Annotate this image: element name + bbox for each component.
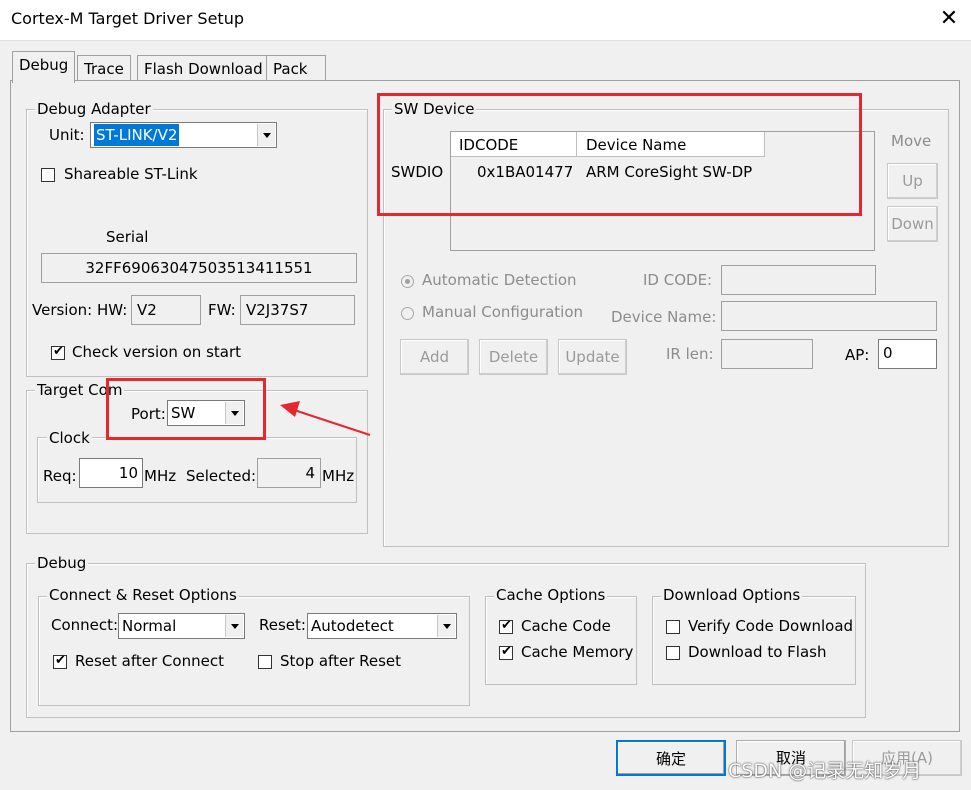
download-flash-checkbox[interactable] [666,646,680,660]
check-version-label: Check version on start [72,343,242,361]
cache-memory-label: Cache Memory [521,643,634,661]
delete-button[interactable]: Delete [479,339,548,375]
ok-button[interactable]: 确定 [616,740,726,776]
connect-select[interactable]: Normal [118,613,245,639]
ir-len-label: IR len: [666,345,714,363]
device-name-input[interactable] [721,301,937,331]
selected-unit: MHz [322,467,355,485]
id-code-input[interactable] [721,265,876,295]
chevron-down-icon[interactable] [225,615,243,637]
reset-after-connect-label: Reset after Connect [75,652,224,670]
selected-label: Selected: [186,467,257,485]
connect-select-value: Normal [122,617,177,635]
sw-device-highlight-box [377,93,862,216]
cache-code-checkbox[interactable] [499,618,513,634]
id-code-label: ID CODE: [643,271,713,289]
automatic-detection-radio[interactable] [401,275,414,288]
stop-after-reset-label: Stop after Reset [280,652,402,670]
connect-label: Connect: [51,616,119,634]
unit-label: Unit: [49,126,85,144]
automatic-detection-label: Automatic Detection [422,271,577,289]
unit-select[interactable]: ST-LINK/V2 [90,122,277,148]
device-name-label: Device Name: [611,308,717,326]
port-highlight-box [106,378,266,440]
req-input[interactable]: 10 [79,458,143,488]
hw-version-field: V2 [131,295,201,325]
tab-trace[interactable]: Trace [77,55,131,82]
serial-field: 32FF69063047503513411551 [41,253,357,283]
fw-version-field: V2J37S7 [240,295,355,325]
download-flash-label: Download to Flash [688,643,827,661]
cache-options-label: Cache Options [494,586,608,604]
ap-label: AP: [845,346,870,364]
manual-configuration-radio[interactable] [401,307,414,320]
download-options-group [652,596,856,685]
serial-label: Serial [106,228,149,246]
ir-len-input[interactable] [721,339,813,369]
unit-select-value: ST-LINK/V2 [94,124,180,146]
selected-field: 4 [257,458,321,488]
manual-configuration-label: Manual Configuration [422,303,584,321]
annotation-arrow-icon [280,401,371,436]
move-up-button[interactable]: Up [887,163,938,199]
add-button[interactable]: Add [400,339,469,375]
tab-pack[interactable]: Pack [266,55,326,82]
cache-code-label: Cache Code [521,617,611,635]
update-button[interactable]: Update [558,339,627,375]
debug-adapter-group [26,109,368,377]
shareable-checkbox[interactable] [41,168,55,182]
cache-memory-checkbox[interactable] [499,644,513,660]
move-label: Move [891,132,932,150]
debug-adapter-label: Debug Adapter [35,100,153,118]
shareable-label: Shareable ST-Link [64,165,198,183]
chevron-down-icon[interactable] [257,124,275,146]
ap-input[interactable]: 0 [878,339,937,369]
tab-flash-download[interactable]: Flash Download [137,55,270,82]
move-down-button[interactable]: Down [887,206,938,242]
verify-code-checkbox[interactable] [666,620,680,634]
req-unit: MHz [144,467,177,485]
req-label: Req: [43,467,77,485]
check-version-checkbox[interactable] [51,344,65,360]
fw-label: FW: [208,301,236,319]
clock-label: Clock [47,429,92,447]
cache-options-group [485,596,637,685]
close-icon[interactable]: ✕ [933,4,965,36]
debug-group-label: Debug [35,554,89,572]
version-hw-label: Version: HW: [32,301,128,319]
watermark: CSDN @记录无知岁月 [728,760,922,782]
reset-label: Reset: [259,616,306,634]
verify-code-label: Verify Code Download [688,617,854,635]
tab-debug[interactable]: Debug [12,51,76,83]
download-options-label: Download Options [661,586,803,604]
reset-after-connect-checkbox[interactable] [53,653,67,669]
window-title: Cortex-M Target Driver Setup [11,9,244,28]
stop-after-reset-checkbox[interactable] [258,655,272,669]
connect-reset-label: Connect & Reset Options [47,586,239,604]
reset-select[interactable]: Autodetect [307,613,457,639]
chevron-down-icon[interactable] [437,615,455,637]
reset-select-value: Autodetect [311,617,394,635]
